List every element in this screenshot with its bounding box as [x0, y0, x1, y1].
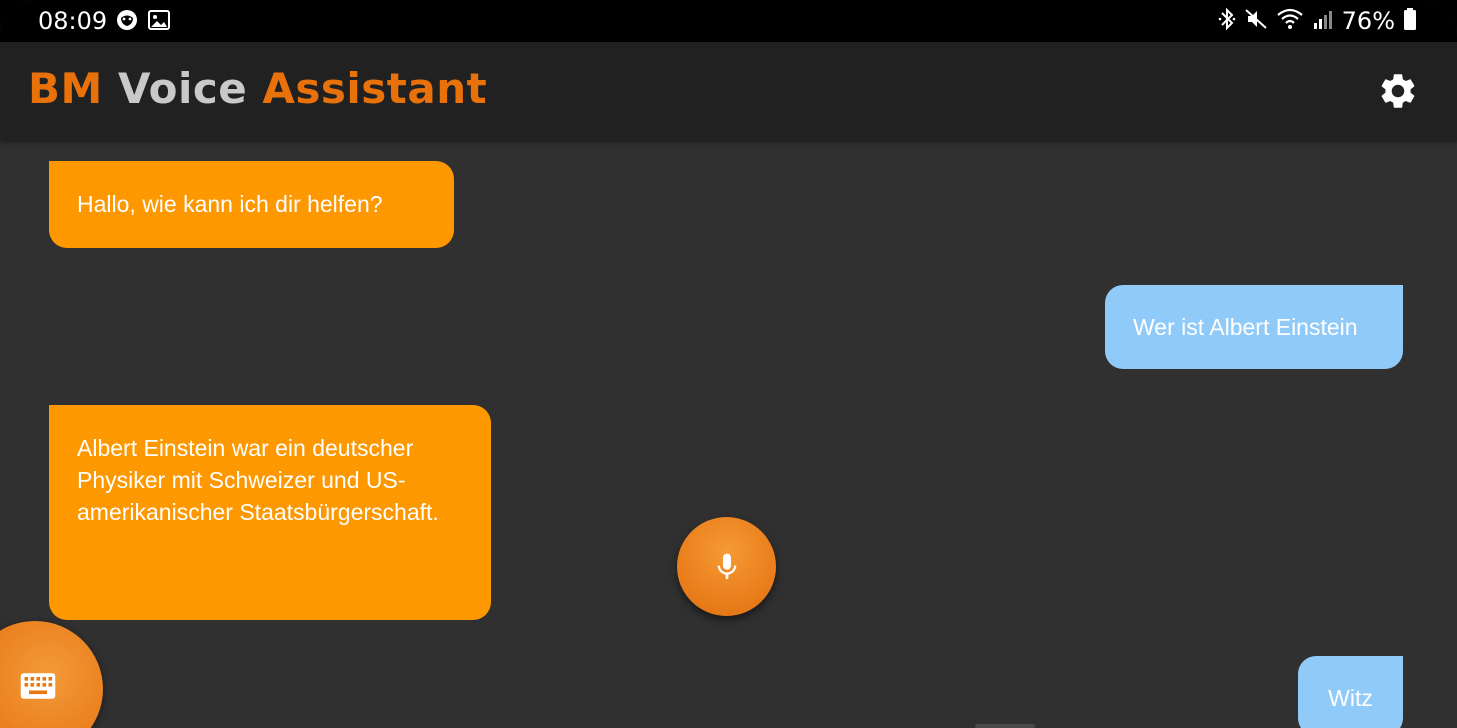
battery-percent: 76%: [1341, 7, 1395, 35]
status-time: 08:09: [38, 7, 108, 35]
mute-icon: [1244, 7, 1268, 35]
home-indicator: [975, 724, 1035, 728]
user-message: Witz: [1298, 656, 1403, 728]
app-bar: BM Voice Assistant: [0, 42, 1457, 140]
screen: 08:09 76% BM Voice Assistant Hallo, wie …: [0, 0, 1457, 728]
chat-area[interactable]: Hallo, wie kann ich dir helfen? Wer ist …: [0, 140, 1457, 728]
microphone-icon: [717, 553, 737, 579]
wifi-icon: [1276, 7, 1304, 35]
microphone-button[interactable]: [677, 517, 776, 616]
face-icon: [116, 9, 138, 35]
app-title: BM Voice Assistant: [28, 64, 487, 113]
bot-message: Hallo, wie kann ich dir helfen?: [49, 161, 454, 248]
bluetooth-icon: [1218, 7, 1236, 35]
status-right: 76%: [1218, 7, 1417, 35]
status-bar: 08:09 76%: [0, 0, 1457, 42]
signal-icon: [1312, 7, 1334, 35]
user-message: Wer ist Albert Einstein: [1105, 285, 1403, 369]
status-left-icons: [116, 9, 170, 35]
bot-message: Albert Einstein war ein deutscher Physik…: [49, 405, 491, 620]
keyboard-icon: [20, 673, 56, 699]
gear-icon: [1381, 74, 1415, 108]
settings-button[interactable]: [1377, 70, 1419, 112]
title-bm: BM: [28, 64, 103, 113]
battery-icon: [1403, 7, 1417, 35]
title-assistant: Assistant: [262, 64, 488, 113]
image-icon: [148, 10, 170, 34]
title-voice: Voice: [117, 64, 248, 113]
